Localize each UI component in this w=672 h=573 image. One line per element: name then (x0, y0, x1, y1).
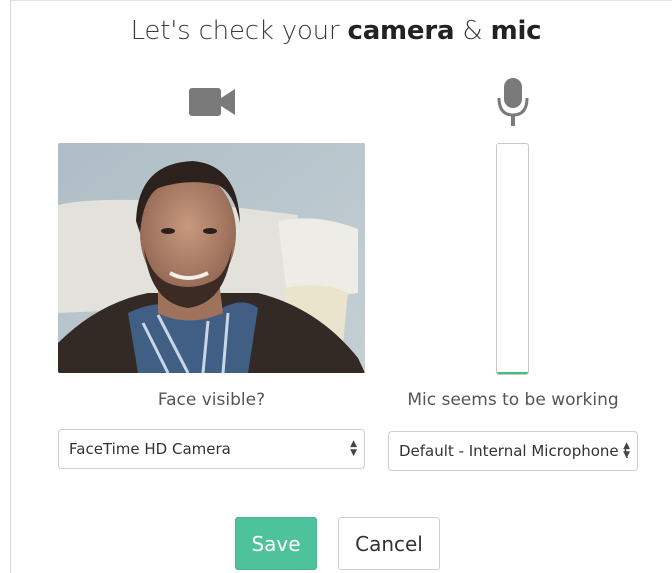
page-title: Let's check your camera & mic (0, 16, 672, 46)
title-ampersand: & (454, 16, 491, 46)
camera-preview-image (58, 143, 365, 373)
video-camera-icon (189, 88, 235, 116)
title-camera-word: camera (347, 16, 455, 46)
cancel-button[interactable]: Cancel (338, 517, 440, 570)
title-prefix: Let's check your (130, 16, 348, 46)
title-mic-word: mic (490, 16, 542, 46)
microphone-select-value: Default - Internal Microphone ( (399, 442, 630, 460)
select-arrows-icon: ▲ ▼ (350, 439, 357, 458)
select-arrows-icon: ▲ ▼ (623, 441, 630, 460)
microphone-select[interactable]: Default - Internal Microphone ( ▲ ▼ (388, 431, 638, 471)
camera-preview (58, 143, 365, 373)
camera-select-value: FaceTime HD Camera (69, 440, 231, 458)
camera-select[interactable]: FaceTime HD Camera ▲ ▼ (58, 429, 365, 469)
mic-status-caption: Mic seems to be working (407, 390, 619, 410)
mic-level-fill (497, 372, 528, 374)
mic-level-meter (496, 143, 529, 375)
microphone-icon (497, 78, 529, 126)
face-visible-caption: Face visible? (157, 390, 266, 410)
save-button[interactable]: Save (235, 517, 317, 570)
